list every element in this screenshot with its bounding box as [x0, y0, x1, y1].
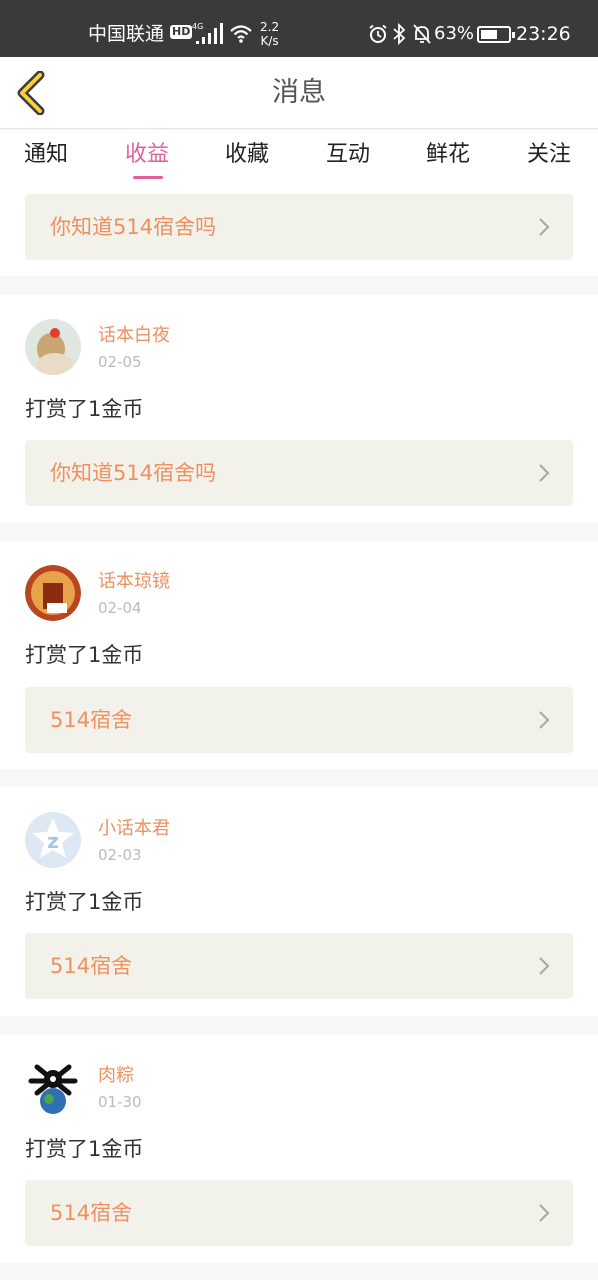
network-speed-value: 2.2: [260, 20, 280, 34]
message-date: 02-04: [98, 599, 142, 617]
page-title: 消息: [272, 77, 326, 108]
message-card: 你知道514宿舍吗: [0, 182, 598, 276]
signal-4g-icon: 4G: [192, 22, 223, 44]
chevron-right-icon: [539, 464, 550, 482]
avatar-image: [25, 319, 81, 375]
work-link-title: 514宿舍: [50, 1201, 133, 1225]
work-link[interactable]: 514宿舍: [25, 933, 573, 999]
tab-interaction[interactable]: 互动: [326, 140, 370, 170]
tab-notice[interactable]: 通知: [24, 140, 68, 170]
tab-bar: 通知 收益 收藏 互动 鲜花 关注: [0, 130, 598, 182]
chevron-right-icon: [539, 218, 550, 236]
message-date: 02-03: [98, 846, 142, 864]
user-name[interactable]: 话本白夜: [98, 324, 170, 348]
svg-text:z: z: [47, 829, 59, 853]
svg-text:4G: 4G: [192, 22, 203, 31]
network-speed: 2.2 K/s: [260, 20, 279, 48]
tab-favorites[interactable]: 收藏: [225, 140, 269, 170]
work-link[interactable]: 514宿舍: [25, 1180, 573, 1246]
work-link[interactable]: 你知道514宿舍吗: [25, 440, 573, 506]
work-link[interactable]: 514宿舍: [25, 687, 573, 753]
bluetooth-icon: [393, 23, 406, 45]
avatar[interactable]: [25, 1059, 81, 1115]
mute-bell-icon: [413, 24, 431, 44]
message-text: 打赏了1金币: [25, 643, 144, 667]
work-link-title: 514宿舍: [50, 708, 133, 732]
message-card: z 小话本君 02-03 打赏了1金币 514宿舍: [0, 787, 598, 1016]
alarm-icon: [369, 24, 387, 43]
chevron-right-icon: [539, 711, 550, 729]
message-date: 02-05: [98, 353, 142, 371]
avatar[interactable]: [25, 319, 81, 375]
avatar-image: z: [25, 812, 81, 868]
user-name[interactable]: 小话本君: [98, 817, 170, 841]
message-date: 01-30: [98, 1093, 142, 1111]
message-card: 话本琼镜 02-04 打赏了1金币 514宿舍: [0, 541, 598, 769]
tab-active-indicator: [133, 176, 163, 179]
avatar[interactable]: z: [25, 812, 81, 868]
avatar-image: [25, 1059, 81, 1115]
avatar[interactable]: [25, 565, 81, 621]
message-text: 打赏了1金币: [25, 890, 144, 914]
work-link[interactable]: 你知道514宿舍吗: [25, 194, 573, 260]
clock: 23:26: [516, 23, 571, 45]
battery-fill: [481, 30, 497, 39]
carrier-label: 中国联通: [88, 23, 165, 45]
header: 消息: [0, 57, 598, 129]
battery-icon: [477, 26, 515, 43]
tab-following[interactable]: 关注: [527, 140, 571, 170]
message-card: 话本白夜 02-05 打赏了1金币 你知道514宿舍吗: [0, 295, 598, 523]
battery-tip: [512, 32, 515, 38]
tab-earnings[interactable]: 收益: [125, 140, 169, 170]
work-link-title: 你知道514宿舍吗: [50, 461, 217, 485]
user-name[interactable]: 肉粽: [98, 1064, 134, 1088]
wifi-icon: [230, 25, 252, 43]
tab-flowers[interactable]: 鲜花: [426, 140, 470, 170]
chevron-right-icon: [539, 1204, 550, 1222]
network-speed-unit: K/s: [260, 34, 279, 48]
work-link-title: 514宿舍: [50, 954, 133, 978]
message-text: 打赏了1金币: [25, 397, 144, 421]
status-bar: 中国联通 HD 4G 2.2 K/s 63% 23:26: [0, 0, 598, 57]
user-name[interactable]: 话本琼镜: [98, 570, 170, 594]
message-card: 肉粽 01-30 打赏了1金币 514宿舍: [0, 1034, 598, 1263]
chevron-right-icon: [539, 957, 550, 975]
avatar-image: [25, 565, 81, 621]
work-link-title: 你知道514宿舍吗: [50, 215, 217, 239]
message-text: 打赏了1金币: [25, 1137, 144, 1161]
battery-percent: 63%: [434, 23, 475, 44]
hd-badge: HD: [170, 25, 193, 39]
